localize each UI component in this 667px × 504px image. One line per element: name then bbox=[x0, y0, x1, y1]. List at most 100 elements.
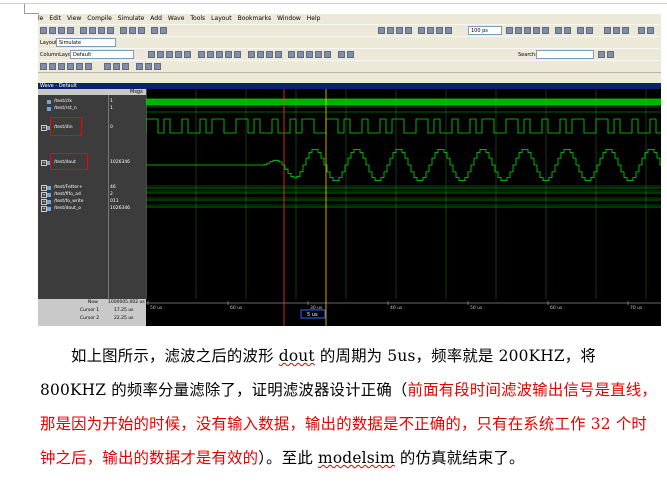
lock-cursor-icon[interactable] bbox=[306, 51, 313, 58]
zoom-range-icon[interactable] bbox=[67, 63, 74, 70]
signal-icon bbox=[47, 193, 51, 197]
back-icon[interactable] bbox=[436, 27, 443, 34]
dout-term: dout bbox=[278, 347, 315, 365]
zoom-mode-icon[interactable] bbox=[257, 51, 264, 58]
menu-item[interactable]: Wave bbox=[168, 15, 184, 22]
performance-icon[interactable] bbox=[564, 27, 571, 34]
wave-gridlines bbox=[195, 89, 647, 299]
wave-color-icon[interactable] bbox=[184, 51, 191, 58]
zoom-out-icon[interactable] bbox=[49, 63, 56, 70]
save-icon[interactable] bbox=[58, 27, 65, 34]
paste-icon[interactable] bbox=[98, 27, 105, 34]
menu-bar: le Edit View Compile Simulate Add Wave Tools Lay… bbox=[38, 14, 661, 24]
menu-item[interactable]: Compile bbox=[87, 15, 112, 22]
restart-icon[interactable] bbox=[555, 27, 562, 34]
collapse-icon[interactable] bbox=[622, 27, 629, 34]
undo-icon[interactable] bbox=[107, 27, 114, 34]
menu-item[interactable]: Simulate bbox=[118, 15, 145, 22]
cut-icon[interactable] bbox=[80, 27, 87, 34]
layout-select[interactable]: Simulate bbox=[56, 38, 116, 47]
menu-item[interactable]: Bookmarks bbox=[238, 15, 272, 22]
wave-add-icon[interactable] bbox=[157, 51, 164, 58]
column-layout-select[interactable]: Default bbox=[70, 50, 134, 59]
expand-icon[interactable] bbox=[613, 27, 620, 34]
signal-icon bbox=[47, 100, 51, 104]
zoom-last-icon[interactable] bbox=[405, 27, 412, 34]
new-icon[interactable] bbox=[40, 27, 47, 34]
wave-cut-icon[interactable] bbox=[166, 51, 173, 58]
menu-item[interactable]: Layout bbox=[211, 15, 231, 22]
wave-divider-icon[interactable] bbox=[198, 51, 205, 58]
more-icon[interactable] bbox=[647, 27, 654, 34]
find-next-icon[interactable] bbox=[347, 51, 354, 58]
continue-icon[interactable] bbox=[515, 27, 522, 34]
prev-edge-icon[interactable] bbox=[315, 51, 322, 58]
next-edge-icon[interactable] bbox=[324, 51, 331, 58]
zoom-region-icon[interactable] bbox=[378, 27, 385, 34]
timeline-axis[interactable]: 50 us 60 us 30 us 40 us 50 us 60 us 70 us 5 us bbox=[146, 299, 661, 326]
step-over-icon[interactable] bbox=[427, 27, 434, 34]
waveform-canvas[interactable] bbox=[146, 89, 661, 299]
run-icon[interactable] bbox=[506, 27, 513, 34]
wave-split-icon[interactable] bbox=[234, 51, 241, 58]
search-input[interactable] bbox=[536, 50, 594, 59]
wave-group-icon[interactable] bbox=[207, 51, 214, 58]
search-icon[interactable] bbox=[598, 51, 605, 58]
format-analog-icon[interactable] bbox=[136, 63, 143, 70]
signal-value: 1 bbox=[110, 106, 113, 111]
clk-waveform bbox=[146, 98, 661, 106]
wave-ungroup-icon[interactable] bbox=[216, 51, 223, 58]
format-analog-step-icon[interactable] bbox=[145, 63, 152, 70]
sim-icon[interactable] bbox=[151, 27, 158, 34]
menu-item[interactable]: le bbox=[38, 15, 43, 22]
zoom-full-icon[interactable] bbox=[387, 27, 394, 34]
edit-mode-icon[interactable] bbox=[266, 51, 273, 58]
menu-item[interactable]: Tools bbox=[190, 15, 205, 22]
signal-value: 011 bbox=[110, 199, 119, 204]
compile-icon[interactable] bbox=[129, 27, 136, 34]
zoom-cursor-icon[interactable] bbox=[396, 27, 403, 34]
break-sim-icon[interactable] bbox=[533, 27, 540, 34]
stop-icon[interactable] bbox=[542, 27, 549, 34]
find-icon[interactable] bbox=[120, 27, 127, 34]
menu-item[interactable]: Add bbox=[150, 15, 162, 22]
run-length-field[interactable]: 100 ps bbox=[468, 26, 502, 35]
toolbar-row-4 bbox=[38, 60, 661, 73]
forward-icon[interactable] bbox=[445, 27, 452, 34]
run-all-icon[interactable] bbox=[524, 27, 531, 34]
cursor-2-label: Cursor 2 bbox=[80, 316, 100, 321]
delete-cursor-icon[interactable] bbox=[297, 51, 304, 58]
wave-format-icon[interactable] bbox=[175, 51, 182, 58]
wave-combine-icon[interactable] bbox=[225, 51, 232, 58]
open-icon[interactable] bbox=[49, 27, 56, 34]
page-top-rule bbox=[0, 3, 667, 4]
print-icon[interactable] bbox=[67, 27, 74, 34]
add-cursor-icon[interactable] bbox=[288, 51, 295, 58]
step-icon[interactable] bbox=[418, 27, 425, 34]
compile-all-icon[interactable] bbox=[138, 27, 145, 34]
signal-value: 1026346 bbox=[110, 206, 131, 211]
zoom-in-icon[interactable] bbox=[40, 63, 47, 70]
format-analog-interp-icon[interactable] bbox=[154, 63, 161, 70]
find-prev-icon[interactable] bbox=[338, 51, 345, 58]
zoom-cursors-icon[interactable] bbox=[76, 63, 83, 70]
snap-icon[interactable] bbox=[275, 51, 282, 58]
format-logic-icon[interactable] bbox=[113, 63, 120, 70]
format-literal-icon[interactable] bbox=[104, 63, 111, 70]
wave-edit-icon[interactable] bbox=[148, 51, 155, 58]
help-icon[interactable] bbox=[638, 27, 645, 34]
zoom-previous-icon[interactable] bbox=[85, 63, 92, 70]
select-mode-icon[interactable] bbox=[248, 51, 255, 58]
step-into-icon[interactable] bbox=[577, 27, 584, 34]
menu-item[interactable]: Edit bbox=[49, 15, 61, 22]
menu-item[interactable]: Help bbox=[307, 15, 321, 22]
menu-item[interactable]: View bbox=[67, 15, 81, 22]
search-options-icon[interactable] bbox=[607, 51, 614, 58]
arrow-icon[interactable] bbox=[604, 27, 611, 34]
copy-icon[interactable] bbox=[89, 27, 96, 34]
step-out-icon[interactable] bbox=[586, 27, 593, 34]
break-icon[interactable] bbox=[160, 27, 167, 34]
zoom-fit-icon[interactable] bbox=[58, 63, 65, 70]
menu-item[interactable]: Window bbox=[277, 15, 301, 22]
format-event-icon[interactable] bbox=[122, 63, 129, 70]
